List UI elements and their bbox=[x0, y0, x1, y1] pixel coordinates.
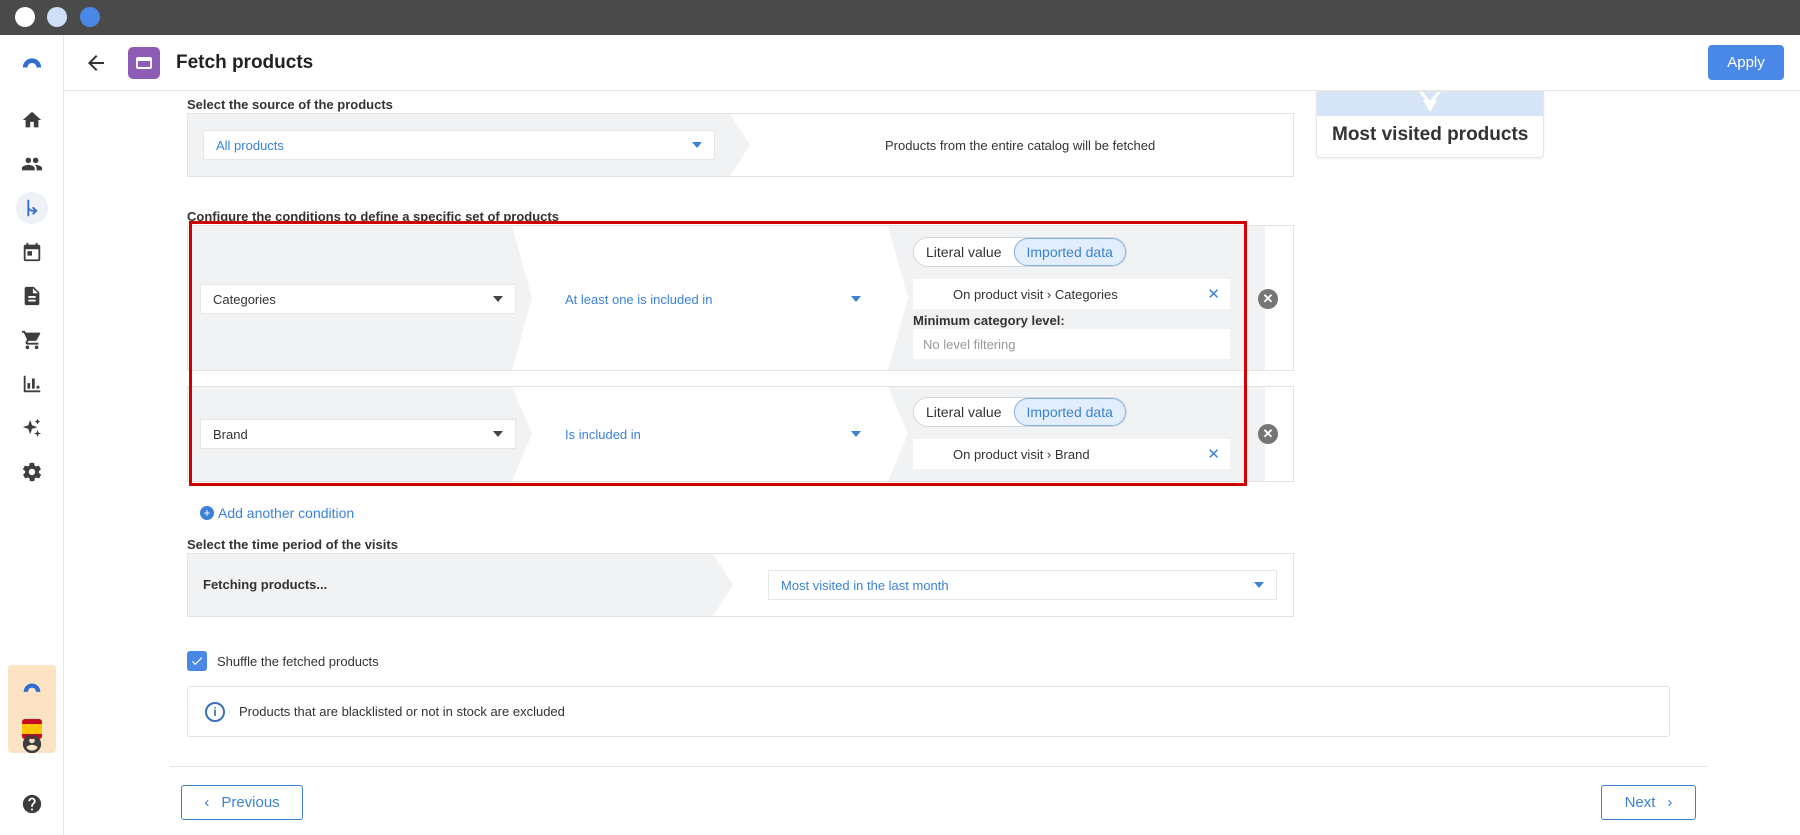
window-titlebar bbox=[0, 0, 1800, 35]
shuffle-label: Shuffle the fetched products bbox=[217, 653, 379, 669]
gear-icon[interactable] bbox=[16, 456, 48, 488]
sidebar bbox=[0, 35, 64, 835]
shuffle-checkbox[interactable] bbox=[187, 651, 207, 671]
source-section-label: Select the source of the products bbox=[187, 97, 393, 112]
window-close-icon[interactable] bbox=[15, 7, 35, 27]
back-arrow-icon[interactable] bbox=[84, 51, 108, 75]
page-title: Fetch products bbox=[176, 52, 314, 73]
next-label: Next bbox=[1624, 794, 1656, 811]
chevron-down-icon bbox=[1254, 582, 1264, 588]
add-condition-label: Add another condition bbox=[218, 505, 355, 521]
info-icon: i bbox=[205, 701, 225, 722]
source-selected-value: All products bbox=[216, 137, 284, 153]
period-panel: Fetching products... Most visited in the… bbox=[187, 553, 1294, 617]
cart-icon[interactable] bbox=[16, 324, 48, 356]
period-section-label: Select the time period of the visits bbox=[187, 537, 398, 552]
preview-card-image bbox=[1317, 92, 1543, 116]
people-icon[interactable] bbox=[16, 148, 48, 180]
chevron-right-icon: › bbox=[1667, 794, 1673, 811]
ribbon-icon bbox=[1419, 92, 1441, 112]
home-icon[interactable] bbox=[16, 104, 48, 136]
source-select[interactable]: All products bbox=[203, 130, 715, 160]
period-selected-value: Most visited in the last month bbox=[781, 577, 949, 593]
previous-label: Previous bbox=[221, 794, 280, 811]
remove-condition-icon[interactable]: ✕ bbox=[1258, 424, 1278, 444]
chart-icon[interactable] bbox=[16, 368, 48, 400]
chevron-left-icon: ‹ bbox=[204, 794, 210, 811]
add-condition-link[interactable]: + Add another condition bbox=[200, 505, 354, 521]
next-button[interactable]: Next › bbox=[1601, 785, 1696, 820]
chevron-down-icon bbox=[692, 142, 702, 148]
preview-card-title: Most visited products bbox=[1332, 124, 1529, 145]
flow-icon[interactable] bbox=[16, 192, 48, 224]
document-icon[interactable] bbox=[16, 280, 48, 312]
fetch-products-icon bbox=[128, 47, 160, 79]
period-select[interactable]: Most visited in the last month bbox=[768, 570, 1277, 600]
previous-button[interactable]: ‹ Previous bbox=[181, 785, 303, 820]
footer-divider bbox=[170, 766, 1708, 767]
source-panel: All products Products from the entire ca… bbox=[187, 113, 1294, 177]
calendar-icon[interactable] bbox=[16, 236, 48, 268]
fetching-products-label: Fetching products... bbox=[203, 577, 328, 592]
highlight-box bbox=[189, 221, 1247, 486]
remove-condition-icon[interactable]: ✕ bbox=[1258, 289, 1278, 309]
preview-card[interactable]: Most visited products bbox=[1316, 91, 1544, 158]
shuffle-checkbox-row[interactable]: Shuffle the fetched products bbox=[187, 651, 379, 671]
info-text: Products that are blacklisted or not in … bbox=[239, 704, 565, 719]
info-box: i Products that are blacklisted or not i… bbox=[187, 686, 1670, 737]
workspace-logo-icon bbox=[22, 679, 42, 692]
apply-button[interactable]: Apply bbox=[1708, 45, 1784, 80]
source-description: Products from the entire catalog will be… bbox=[885, 138, 1156, 153]
help-icon[interactable] bbox=[16, 788, 48, 820]
plus-circle-icon: + bbox=[200, 506, 214, 520]
sparkle-icon[interactable] bbox=[16, 412, 48, 444]
window-minimize-icon[interactable] bbox=[47, 7, 67, 27]
user-account-icon[interactable] bbox=[16, 728, 48, 760]
top-bar: Fetch products Apply bbox=[64, 35, 1800, 91]
window-maximize-icon[interactable] bbox=[80, 7, 100, 27]
logo-icon[interactable] bbox=[16, 46, 48, 78]
check-icon bbox=[191, 657, 203, 666]
